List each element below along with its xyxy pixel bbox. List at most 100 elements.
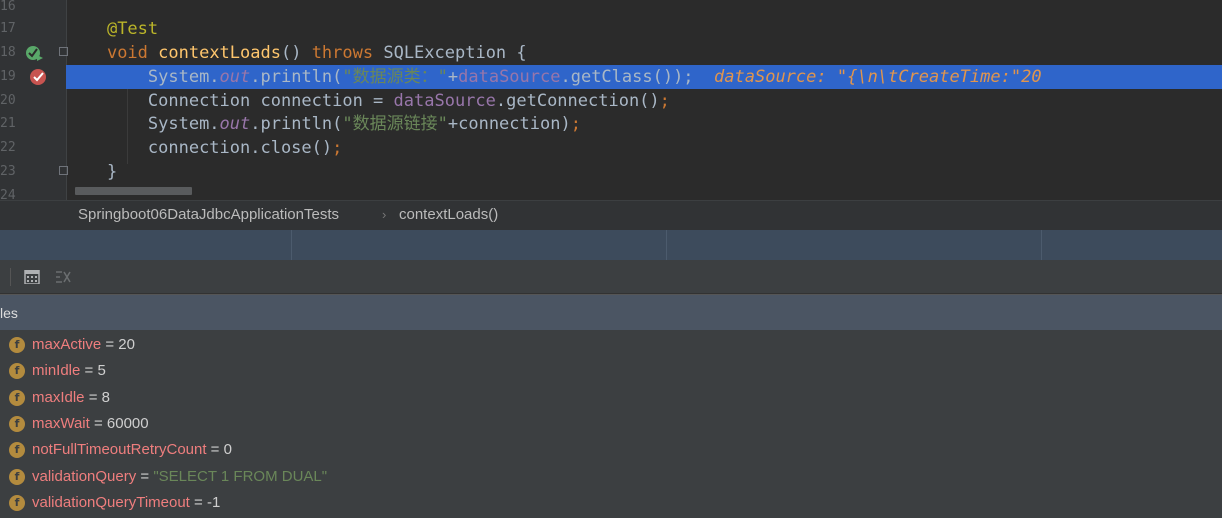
line-number: 19 bbox=[0, 69, 16, 84]
variable-row[interactable]: f maxIdle = 8 bbox=[0, 385, 1222, 411]
code-line[interactable]: System.out.println("数据源链接"+connection); bbox=[66, 112, 1222, 136]
line-number: 23 bbox=[0, 164, 16, 179]
variable-value: 8 bbox=[101, 388, 110, 406]
breadcrumb-class[interactable]: Springboot06DataJdbcApplicationTests bbox=[78, 201, 339, 229]
variable-value: "SELECT 1 FROM DUAL" bbox=[153, 467, 328, 485]
code-token: .println( bbox=[250, 114, 343, 134]
variable-value: 20 bbox=[118, 336, 135, 353]
variable-equals: = bbox=[89, 414, 107, 432]
breadcrumb-method[interactable]: contextLoads() bbox=[399, 201, 498, 229]
debug-toolbar bbox=[0, 260, 1222, 294]
toolbar-divider bbox=[10, 268, 11, 286]
code-token: contextLoads bbox=[158, 43, 281, 63]
variable-name: validationQueryTimeout bbox=[32, 493, 190, 511]
line-number: 22 bbox=[0, 140, 16, 155]
frames-column[interactable] bbox=[0, 230, 292, 260]
line-number: 21 bbox=[0, 116, 16, 131]
frames-column[interactable] bbox=[667, 230, 1042, 260]
code-token: Connection connection = bbox=[147, 91, 394, 111]
variable-equals: = bbox=[80, 362, 98, 380]
variable-row[interactable]: f validationQueryTimeout = -1 bbox=[0, 490, 1222, 516]
variable-text: notFullTimeoutRetryCount = 0 bbox=[32, 437, 232, 463]
variable-text: maxActive = 20 bbox=[32, 332, 135, 358]
variable-text: minIdle = 5 bbox=[32, 358, 106, 384]
code-line[interactable]: } bbox=[66, 160, 1222, 184]
code-token: out bbox=[219, 114, 251, 134]
breadcrumb: Springboot06DataJdbcApplicationTests › c… bbox=[0, 200, 1222, 230]
variable-value: 60000 bbox=[106, 414, 149, 432]
code-token: ; bbox=[332, 138, 343, 158]
variable-text: maxWait = 60000 bbox=[32, 411, 149, 437]
code-line[interactable]: Connection connection = dataSource.getCo… bbox=[66, 89, 1222, 113]
variable-name: maxIdle bbox=[32, 388, 85, 406]
field-icon: f bbox=[9, 363, 25, 380]
variable-value: -1 bbox=[206, 493, 221, 511]
field-icon: f bbox=[9, 389, 25, 406]
code-token: throws bbox=[311, 43, 384, 63]
code-token: dataSource bbox=[393, 91, 496, 111]
code-token: () bbox=[280, 43, 312, 63]
code-line-current[interactable]: System.out.println("数据源类："+dataSource.ge… bbox=[66, 65, 1222, 89]
variable-row[interactable]: f maxActive = 20 bbox=[0, 332, 1222, 358]
code-token: System. bbox=[147, 67, 220, 87]
line-number: 20 bbox=[0, 93, 16, 108]
editor-gutter[interactable]: 16 17 18 19 20 21 22 23 24 bbox=[0, 0, 68, 200]
code-line[interactable]: connection.close(); bbox=[66, 136, 1222, 160]
variable-name: validationQuery bbox=[32, 467, 137, 485]
variable-text: maxIdle = 8 bbox=[32, 385, 110, 411]
code-token: } bbox=[106, 162, 118, 182]
variable-name: maxWait bbox=[32, 414, 90, 432]
variables-panel-header[interactable]: les bbox=[0, 294, 1222, 330]
variable-name: notFullTimeoutRetryCount bbox=[32, 441, 207, 459]
code-token: "数据源链接" bbox=[342, 114, 448, 134]
breakpoint-icon[interactable] bbox=[28, 67, 48, 87]
variable-value: 5 bbox=[97, 362, 106, 380]
variable-row[interactable]: f minIdle = 5 bbox=[0, 358, 1222, 384]
line-number: 17 bbox=[0, 21, 16, 36]
variable-row[interactable]: f validationQuery = "SELECT 1 FROM DUAL" bbox=[0, 464, 1222, 490]
variables-panel-title: les bbox=[0, 305, 18, 321]
variable-row[interactable]: f notFullTimeoutRetryCount = 0 bbox=[0, 437, 1222, 463]
field-icon: f bbox=[9, 442, 25, 459]
code-token: connection.close() bbox=[147, 138, 333, 158]
trace-icon[interactable] bbox=[55, 270, 71, 284]
code-editor[interactable]: 16 17 18 19 20 21 22 23 24 @Test void co… bbox=[0, 0, 1222, 200]
inline-debug-value[interactable]: "{\n\tCreateTime:"20 bbox=[837, 67, 1042, 87]
code-token: SQLException { bbox=[383, 43, 527, 63]
inline-debug-name[interactable]: dataSource: bbox=[714, 67, 837, 87]
evaluate-expression-icon[interactable] bbox=[24, 270, 40, 284]
inline-gap bbox=[694, 67, 714, 87]
debug-frames-strip bbox=[0, 230, 1222, 260]
code-line[interactable]: void contextLoads() throws SQLException … bbox=[66, 41, 1222, 65]
code-token: + bbox=[447, 67, 459, 87]
frames-column[interactable] bbox=[292, 230, 667, 260]
field-icon: f bbox=[9, 494, 25, 511]
variable-value: 0 bbox=[223, 441, 232, 459]
variable-text: validationQuery = "SELECT 1 FROM DUAL" bbox=[32, 464, 327, 490]
variable-equals: = bbox=[101, 336, 119, 353]
variable-equals: = bbox=[189, 493, 207, 511]
line-number: 24 bbox=[0, 188, 16, 200]
run-test-icon[interactable] bbox=[24, 43, 44, 63]
breadcrumb-separator: › bbox=[382, 207, 387, 222]
horizontal-scrollbar[interactable] bbox=[75, 187, 192, 195]
code-token: ; bbox=[570, 114, 581, 134]
code-token: +connection) bbox=[447, 114, 571, 134]
code-token: out bbox=[219, 67, 251, 87]
variable-row[interactable]: f maxWait = 60000 bbox=[0, 411, 1222, 437]
variable-equals: = bbox=[136, 467, 154, 485]
code-token: .println( bbox=[250, 67, 343, 87]
code-token: System. bbox=[147, 114, 220, 134]
code-line[interactable]: @Test bbox=[66, 17, 1222, 41]
frames-column[interactable] bbox=[1042, 230, 1222, 260]
code-token: ; bbox=[659, 91, 670, 111]
variable-equals: = bbox=[84, 388, 102, 406]
variable-text: validationQueryTimeout = -1 bbox=[32, 490, 220, 516]
line-number: 18 bbox=[0, 45, 16, 60]
variable-name: minIdle bbox=[32, 362, 81, 380]
